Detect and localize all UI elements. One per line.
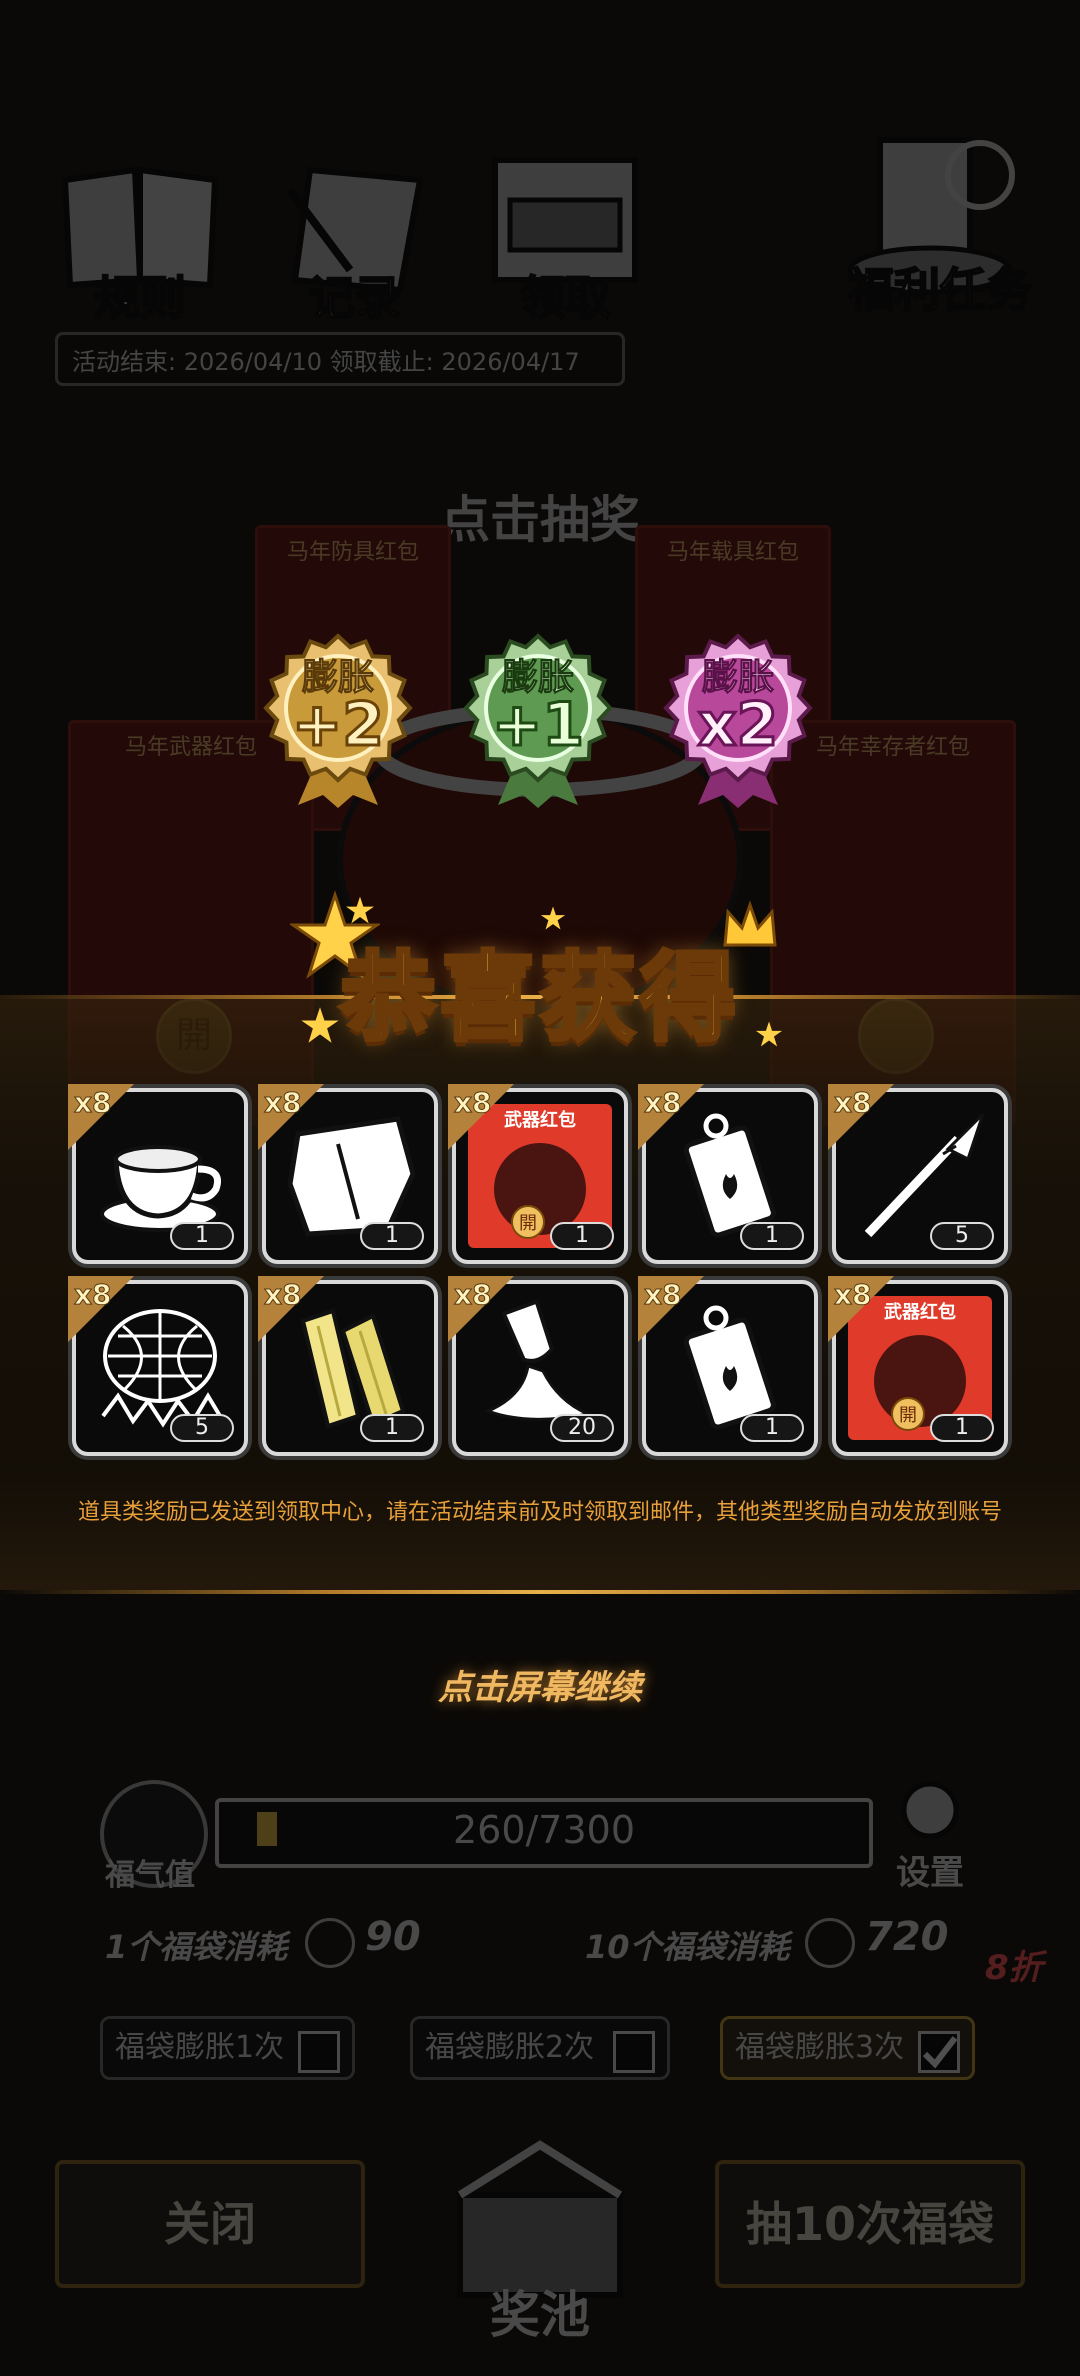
expand-twice-label: 福袋膨胀2次 [425, 2030, 595, 2065]
expand-once-checkbox[interactable] [298, 2031, 340, 2073]
expand-thrice-option[interactable]: 福袋膨胀3次 [720, 2016, 975, 2080]
reward-item[interactable]: 武器红包開 x8 1 [828, 1276, 1008, 1456]
draw-ten-button[interactable]: 抽10次福袋 [715, 2160, 1025, 2288]
item-count: 1 [170, 1222, 234, 1250]
fortune-progress-text: 260/7300 [452, 1808, 636, 1852]
tap-to-continue[interactable]: 点击屏幕继续 [0, 1660, 1080, 1709]
cost-ten-value: 720 [865, 1914, 949, 1960]
panel-bottom-border [0, 1590, 1080, 1594]
reward-item[interactable]: x8 1 [638, 1276, 818, 1456]
multiplier-text: x8 [264, 1086, 303, 1120]
expand-once-option[interactable]: 福袋膨胀1次 [100, 2016, 355, 2080]
cost-single-label: 1个福袋消耗 [105, 1928, 288, 1966]
rules-button[interactable]: 规则 [55, 150, 225, 326]
multiplier-text: x8 [834, 1278, 873, 1312]
event-dates: 活动结束: 2026/04/10 领取截止: 2026/04/17 [55, 332, 625, 386]
envelope-vehicle-title: 马年载具红包 [666, 540, 799, 565]
record-label: 记录 [308, 270, 402, 326]
item-count: 5 [170, 1414, 234, 1442]
reward-item[interactable]: x8 5 [828, 1084, 1008, 1264]
claim-button[interactable]: 领取 [480, 150, 650, 326]
reward-item[interactable]: x8 5 [68, 1276, 248, 1456]
multiplier-text: x8 [454, 1278, 493, 1312]
welfare-task-button[interactable]: 福利任务 [840, 130, 1040, 318]
prize-pool-button[interactable]: 奖池 [420, 2135, 660, 2345]
item-count: 1 [550, 1222, 614, 1250]
cost-single-value: 90 [365, 1914, 421, 1960]
settings-label: 设置 [896, 1853, 964, 1893]
item-count: 1 [360, 1414, 424, 1442]
fortune-currency-icon [305, 1918, 355, 1968]
close-button[interactable]: 关闭 [55, 2160, 365, 2288]
fortune-label: 福气值 [105, 1858, 195, 1893]
badge1-value: +2 [290, 689, 385, 762]
welfare-task-label: 福利任务 [847, 262, 1033, 318]
reward-item[interactable]: x8 20 [448, 1276, 628, 1456]
item-count: 1 [360, 1222, 424, 1250]
multiplier-text: x8 [644, 1086, 683, 1120]
claim-label: 领取 [518, 270, 612, 326]
multiplier-text: x8 [74, 1086, 113, 1120]
svg-text:開: 開 [519, 1213, 537, 1234]
prize-pool-label: 奖池 [490, 2286, 590, 2344]
item-count: 1 [740, 1414, 804, 1442]
expand-twice-checkbox[interactable] [613, 2031, 655, 2073]
multiplier-text: x8 [264, 1278, 303, 1312]
fortune-progress-bar: 260/7300 [215, 1798, 873, 1868]
gear-icon [901, 1781, 959, 1839]
reward-item[interactable]: x8 1 [258, 1276, 438, 1456]
multiplier-text: x8 [644, 1278, 683, 1312]
multiplier-text: x8 [74, 1278, 113, 1312]
svg-text:武器红包: 武器红包 [884, 1301, 956, 1323]
draw-hint: 点击抽奖 [440, 491, 640, 549]
expand-thrice-checkbox[interactable] [918, 2031, 960, 2073]
discount-badge: 8折 [985, 1948, 1043, 1988]
cost-ten-label: 10个福袋消耗 [585, 1928, 790, 1966]
expand-once-label: 福袋膨胀1次 [115, 2030, 285, 2065]
multiplier-text: x8 [834, 1086, 873, 1120]
item-count: 5 [930, 1222, 994, 1250]
item-count: 1 [930, 1414, 994, 1442]
checkmark-icon [922, 2036, 958, 2069]
envelope-armor-title: 马年防具红包 [286, 540, 419, 565]
reward-item[interactable]: x8 1 [638, 1084, 818, 1264]
reward-item[interactable]: x8 1 [68, 1084, 248, 1264]
settings-button[interactable]: 设置 [880, 1775, 980, 1893]
reward-notice: 道具类奖励已发送到领取中心，请在活动结束前及时领取到邮件，其他类型奖励自动发放到… [77, 1500, 1002, 1525]
item-count: 20 [550, 1414, 614, 1442]
badge3-value: x2 [696, 689, 779, 762]
expand-twice-option[interactable]: 福袋膨胀2次 [410, 2016, 670, 2080]
svg-text:開: 開 [899, 1405, 917, 1426]
fortune-currency-icon [805, 1918, 855, 1968]
svg-text:武器红包: 武器红包 [504, 1109, 576, 1131]
expand-thrice-label: 福袋膨胀3次 [735, 2030, 905, 2065]
reward-item[interactable]: 武器红包開 x8 1 [448, 1084, 628, 1264]
record-button[interactable]: 记录 [270, 150, 440, 326]
item-count: 1 [740, 1222, 804, 1250]
rules-label: 规则 [93, 270, 187, 326]
multiplier-text: x8 [454, 1086, 493, 1120]
badge2-value: +1 [490, 689, 585, 762]
result-title: 恭喜获得 [338, 940, 740, 1056]
reward-item[interactable]: x8 1 [258, 1084, 438, 1264]
